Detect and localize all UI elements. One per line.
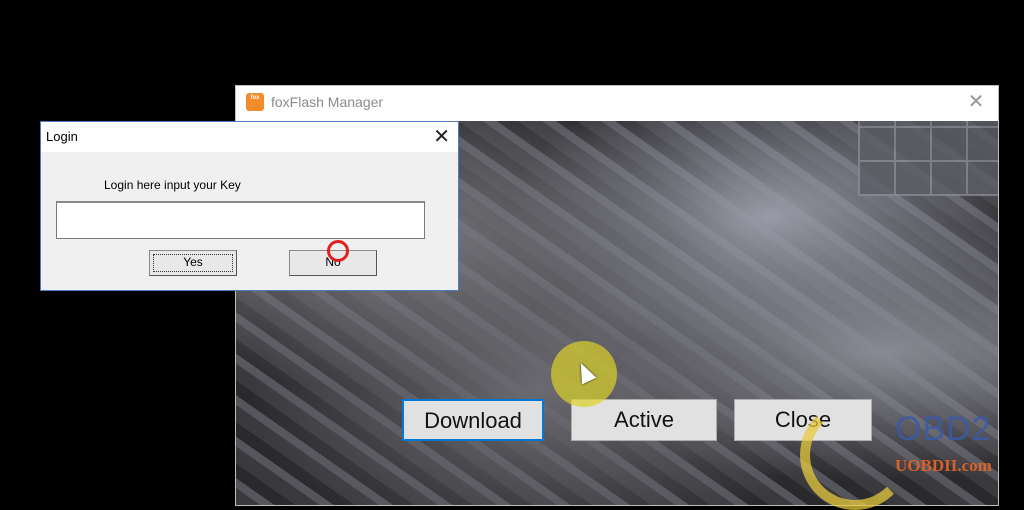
focus-rectangle bbox=[153, 254, 233, 272]
click-indicator-icon bbox=[327, 240, 349, 262]
login-title: Login bbox=[46, 129, 78, 144]
watermark-brand: OBD2 bbox=[895, 410, 992, 448]
login-dialog: Login ✕ Login here input your Key Yes No bbox=[40, 121, 459, 291]
key-input[interactable] bbox=[56, 201, 425, 239]
window-title: foxFlash Manager bbox=[271, 94, 384, 110]
foxflash-logo-icon: fox bbox=[246, 93, 264, 111]
close-icon[interactable]: ✕ bbox=[433, 124, 450, 149]
login-titlebar[interactable]: Login ✕ bbox=[41, 122, 458, 152]
main-titlebar[interactable]: fox foxFlash Manager ✕ bbox=[236, 86, 998, 120]
download-button[interactable]: Download bbox=[402, 399, 544, 441]
watermark-ring-icon bbox=[800, 400, 910, 510]
background-image-grid bbox=[858, 121, 998, 196]
watermark-url: UOBDII.com bbox=[895, 456, 992, 475]
key-prompt-label: Login here input your Key bbox=[104, 178, 241, 192]
close-icon[interactable]: ✕ bbox=[964, 90, 988, 114]
yes-button[interactable]: Yes bbox=[149, 250, 237, 276]
